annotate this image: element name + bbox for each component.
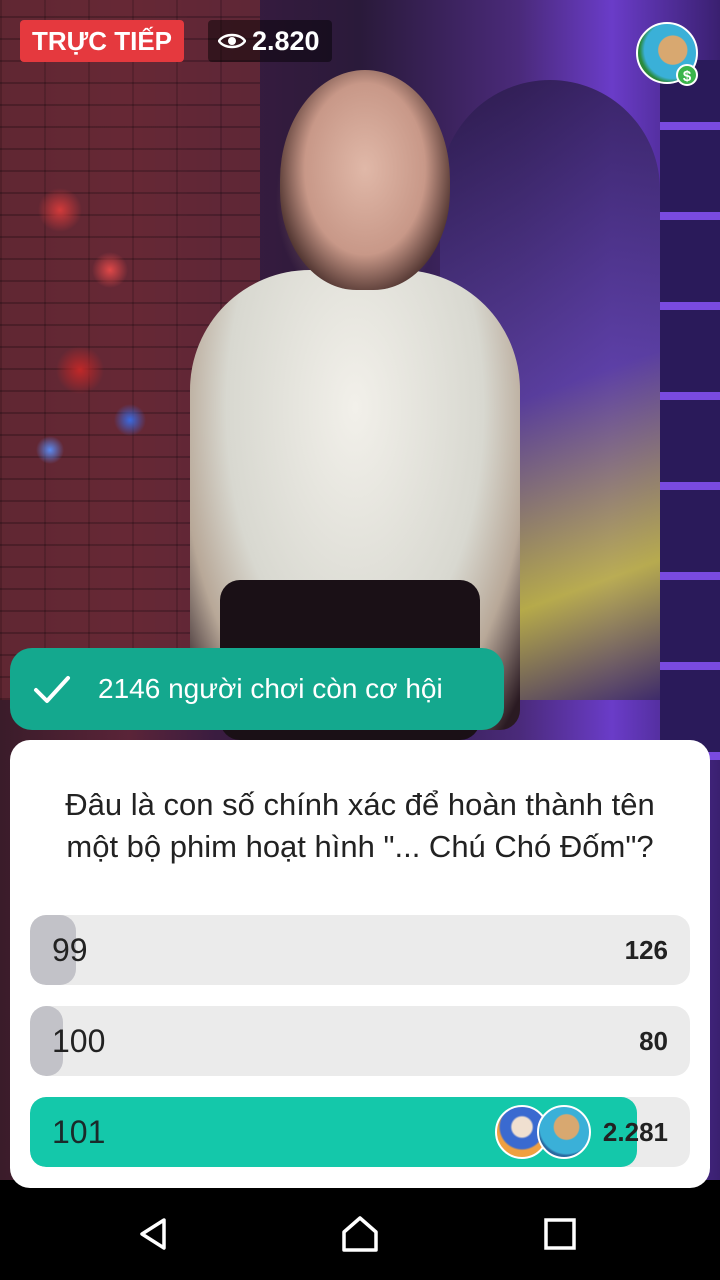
- answer-option-label: 100: [52, 1023, 106, 1059]
- live-badge: TRỰC TIẾP: [20, 20, 185, 62]
- video-neon-pillar: [660, 60, 720, 760]
- check-icon: [34, 676, 70, 703]
- answer-option-2[interactable]: 100 80: [30, 1006, 690, 1076]
- answer-option-label: 99: [52, 932, 88, 968]
- quiz-question: Đâu là con số chính xác để hoàn thành tê…: [65, 787, 655, 864]
- viewer-count-badge: 2.820: [208, 20, 332, 62]
- answer-option-count: 80: [639, 1026, 668, 1056]
- answer-option-count: 126: [624, 935, 668, 965]
- answer-option-1[interactable]: 99 126: [30, 915, 690, 985]
- players-remaining-text: 2146 người chơi còn cơ hội: [98, 673, 443, 704]
- system-nav-bar: [0, 1188, 720, 1280]
- answer-option-3-correct[interactable]: 101 2.281: [30, 1097, 690, 1167]
- home-icon[interactable]: [338, 1212, 382, 1256]
- players-remaining-banner: 2146 người chơi còn cơ hội: [10, 648, 504, 730]
- answer-option-count: 2.281: [602, 1117, 668, 1147]
- quiz-card: Đâu là con số chính xác để hoàn thành tê…: [10, 740, 710, 1188]
- answer-option-label: 101: [52, 1114, 106, 1150]
- dollar-icon: $: [676, 64, 698, 86]
- video-flowers: [20, 150, 170, 470]
- friend-avatars: [495, 1105, 595, 1159]
- back-icon[interactable]: [132, 1212, 176, 1256]
- friend-avatar: [537, 1105, 591, 1159]
- viewer-count: 2.820: [252, 26, 320, 56]
- recents-icon[interactable]: [538, 1212, 582, 1256]
- eye-icon: [218, 33, 246, 49]
- video-host-head: [280, 70, 450, 290]
